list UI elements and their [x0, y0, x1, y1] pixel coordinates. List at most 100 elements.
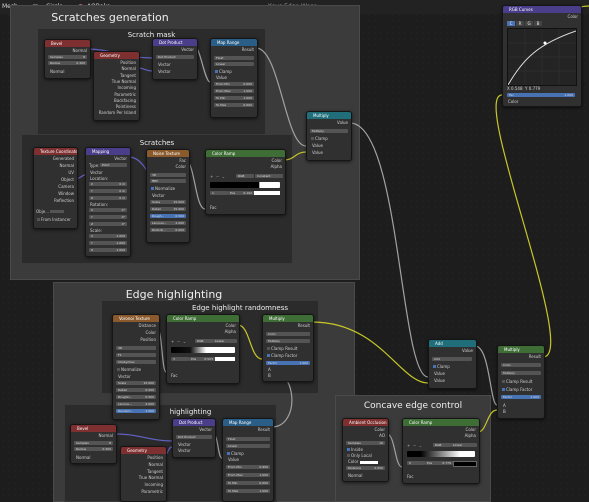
- node-header[interactable]: Mapping: [86, 148, 130, 155]
- curve-graph[interactable]: [507, 28, 577, 86]
- xyz-field[interactable]: X 1.000: [89, 234, 127, 238]
- from-max-field[interactable]: From Max 1.000: [214, 89, 254, 93]
- node-header[interactable]: Bevel: [71, 425, 116, 432]
- node-texture-coordinate[interactable]: Texture Coordinate Generated Normal UV Obje…: [33, 147, 78, 229]
- node-header[interactable]: Color Ramp: [403, 419, 479, 426]
- node-header[interactable]: Noise Texture: [147, 150, 189, 157]
- stop-index-field[interactable]: 0: [407, 461, 425, 465]
- channel-tab[interactable]: R: [516, 21, 524, 26]
- node-map-range[interactable]: Map Range Result Float Linear Clamp Valu…: [222, 418, 274, 502]
- from-max-field[interactable]: From Max 1.000: [226, 473, 270, 477]
- parameter-field[interactable]: Lacunar... 2.000: [150, 221, 186, 225]
- data-type-dropdown[interactable]: Float: [226, 437, 270, 441]
- color-swatch[interactable]: [359, 460, 378, 464]
- from-min-field[interactable]: From Min 0.000: [214, 82, 254, 86]
- node-header[interactable]: Bevel: [45, 40, 90, 47]
- distance-metric-dropdown[interactable]: Chebychev: [116, 360, 156, 364]
- to-min-field[interactable]: To Min 0.000: [226, 481, 270, 485]
- xyz-field[interactable]: Z 0 m: [89, 196, 127, 200]
- node-header[interactable]: Geometry: [94, 52, 139, 59]
- basis-dropdown[interactable]: fBM: [150, 179, 186, 183]
- node-header[interactable]: Map Range: [211, 39, 257, 46]
- feature-dropdown[interactable]: F1: [116, 353, 156, 357]
- samples-field[interactable]: Samples 8: [74, 441, 113, 445]
- channel-tab[interactable]: G: [525, 21, 533, 26]
- node-color-ramp[interactable]: Color Ramp Color Alpha + − ⌄ RGB Constan…: [205, 149, 286, 215]
- xyz-field[interactable]: Y 0°: [89, 215, 127, 219]
- ramp-buttons[interactable]: + − ⌄: [210, 174, 225, 179]
- object-picker[interactable]: [50, 210, 65, 213]
- samples-field[interactable]: Samples 16: [346, 441, 385, 445]
- radius-field[interactable]: Radius 0.300: [74, 447, 113, 451]
- clamp-result-checkbox[interactable]: Clamp Result: [267, 346, 297, 351]
- node-header[interactable]: Color Ramp: [206, 150, 285, 157]
- interpolation-dropdown[interactable]: Constant: [255, 174, 283, 178]
- color-mode-dropdown[interactable]: RGB: [433, 443, 451, 447]
- dimensions-dropdown[interactable]: 3D: [116, 346, 156, 350]
- node-header[interactable]: Map Range: [223, 419, 273, 426]
- node-map-range[interactable]: Map Range Result Float Linear Clamp Valu…: [210, 38, 258, 118]
- node-header[interactable]: Add: [429, 340, 476, 347]
- parameter-field[interactable]: Detail 0.000: [116, 388, 156, 392]
- clamp-checkbox[interactable]: Clamp: [311, 136, 328, 141]
- dimensions-dropdown[interactable]: 3D: [150, 173, 186, 177]
- parameter-field[interactable]: Random... 1.000: [116, 409, 156, 413]
- node-header[interactable]: Voronoi Texture: [113, 315, 159, 322]
- to-min-field[interactable]: To Min 1.000: [214, 96, 254, 100]
- node-header[interactable]: Geometry: [121, 447, 166, 454]
- operation-dropdown[interactable]: Dot Product: [176, 435, 212, 439]
- stop-index-field[interactable]: 1: [210, 191, 228, 195]
- node-bevel[interactable]: Bevel Normal Samples 8 Radius 0.300 Norm…: [44, 39, 91, 79]
- distance-field[interactable]: Distance 0.050: [346, 466, 385, 470]
- node-header[interactable]: Multiply: [307, 112, 351, 119]
- ramp-buttons[interactable]: + − ⌄: [407, 443, 422, 448]
- data-type-dropdown[interactable]: Color: [501, 363, 541, 367]
- to-max-field[interactable]: To Max 1.000: [226, 489, 270, 493]
- parameter-field[interactable]: Scale 15.000: [116, 381, 156, 385]
- color-mode-dropdown[interactable]: RGB: [195, 339, 213, 343]
- normalize-checkbox[interactable]: Normalize: [117, 367, 141, 372]
- channel-tab[interactable]: C: [507, 21, 515, 26]
- ramp-buttons[interactable]: + − ⌄: [171, 339, 186, 344]
- stop-color-swatch[interactable]: [215, 357, 235, 361]
- interpolation-dropdown[interactable]: Linear: [451, 443, 477, 447]
- input-color[interactable]: Color: [348, 459, 378, 464]
- to-max-field[interactable]: To Max 0.000: [214, 103, 254, 107]
- node-add[interactable]: Add Value Add Clamp Value Value: [428, 339, 477, 389]
- stop-position-field[interactable]: Pos 0.523: [189, 357, 215, 361]
- node-header[interactable]: Color Ramp: [167, 315, 239, 322]
- xyz-field[interactable]: Z 1.000: [89, 248, 127, 252]
- node-voronoi-texture[interactable]: Voronoi Texture Distance Color Position 3D…: [112, 314, 160, 420]
- operation-dropdown[interactable]: Dot Product: [156, 55, 194, 59]
- clamp-checkbox[interactable]: Clamp: [215, 69, 232, 74]
- clamp-checkbox[interactable]: Clamp: [227, 451, 244, 456]
- y-value[interactable]: 0.779: [529, 86, 540, 91]
- node-color-ramp[interactable]: Color Ramp Color Alpha + − ⌄ RGB Linear …: [166, 314, 240, 384]
- blend-mode-dropdown[interactable]: Multiply: [266, 339, 310, 343]
- factor-slider[interactable]: Factor 1.000: [266, 361, 310, 365]
- stop-color-swatch[interactable]: [453, 461, 477, 467]
- only-local-checkbox[interactable]: Only Local: [347, 453, 372, 458]
- node-dot-product[interactable]: Dot Product Vector Dot Product Vector Ve…: [172, 418, 216, 458]
- factor-slider[interactable]: Factor 1.000: [501, 395, 541, 399]
- node-noise-texture[interactable]: Noise Texture Fac Color 3D fBM Normalize…: [146, 149, 190, 243]
- node-multiply[interactable]: Multiply Value Multiply Clamp Value Valu…: [306, 111, 352, 161]
- color-ramp-gradient[interactable]: [171, 347, 235, 353]
- node-color-ramp[interactable]: Color Ramp Color Alpha + − ⌄ RGB Linear …: [402, 418, 480, 484]
- color-ramp-gradient[interactable]: [210, 182, 280, 188]
- node-rgb-curves[interactable]: RGB Curves Color CRGB X 0.548 Y 0.779 Fa…: [502, 5, 582, 107]
- xyz-field[interactable]: Y 1.000: [89, 241, 127, 245]
- from-min-field[interactable]: From Min 0.950: [226, 465, 270, 469]
- operation-dropdown[interactable]: Add: [432, 357, 472, 361]
- node-dot-product[interactable]: Dot Product Vector Dot Product Vector Ve…: [152, 38, 198, 80]
- data-type-dropdown[interactable]: Color: [266, 332, 310, 336]
- node-multiply-mix[interactable]: Multiply Result Color Multiply Clamp Res…: [497, 345, 545, 419]
- node-header[interactable]: Ambient Occlusion: [343, 419, 388, 426]
- node-geometry[interactable]: Geometry Position Normal Tangent True Norma…: [93, 51, 140, 121]
- parameter-field[interactable]: Rough... 0.500: [150, 214, 186, 218]
- clamp-checkbox[interactable]: Clamp: [433, 364, 450, 369]
- stop-index-field[interactable]: 3: [171, 357, 189, 361]
- interpolation-dropdown[interactable]: Linear: [226, 444, 270, 448]
- parameter-field[interactable]: Lacuna... 2.000: [116, 402, 156, 406]
- interpolation-dropdown[interactable]: Linear: [213, 339, 237, 343]
